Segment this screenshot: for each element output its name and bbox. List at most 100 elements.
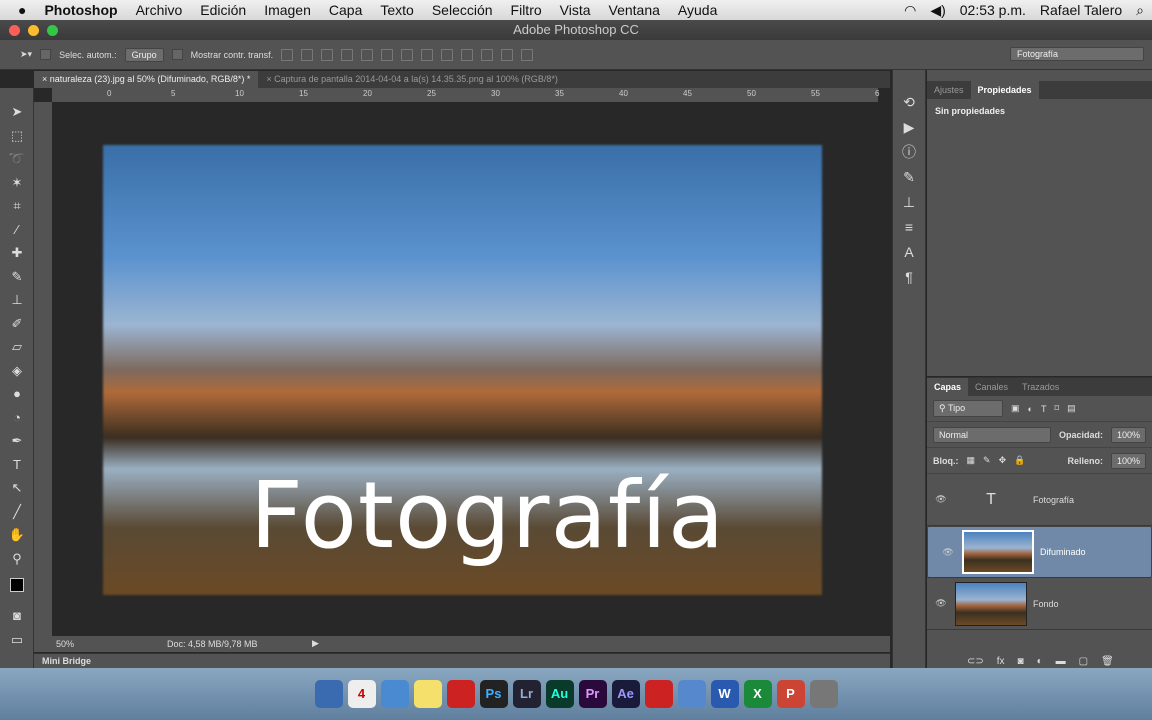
eraser-tool[interactable]: ▱ xyxy=(0,335,34,359)
menu-app[interactable]: Photoshop xyxy=(44,2,117,18)
line-tool[interactable]: ╱ xyxy=(0,500,34,524)
trash-icon[interactable]: 🗑 xyxy=(1101,656,1114,667)
tab-propiedades[interactable]: Propiedades xyxy=(970,81,1039,99)
volume-icon[interactable]: ◀) xyxy=(930,2,945,19)
move-tool-icon[interactable]: ➤▾ xyxy=(20,49,32,60)
filter-type-icon[interactable]: T xyxy=(1041,404,1047,414)
status-menu-arrow-icon[interactable]: ▶ xyxy=(312,638,319,649)
photo-booth-icon[interactable] xyxy=(446,680,475,708)
filter-smart-icon[interactable]: ▤ xyxy=(1067,403,1076,414)
aftereffects-dock-icon[interactable]: Ae xyxy=(611,680,640,708)
align-bottom-icon[interactable] xyxy=(321,48,334,61)
excel-icon[interactable]: X xyxy=(743,680,772,708)
layer-fotografia[interactable]: 👁 T Fotografía xyxy=(927,474,1152,526)
fx-icon[interactable]: fx xyxy=(997,656,1005,667)
align-left-icon[interactable] xyxy=(341,48,354,61)
tab-captura[interactable]: × Captura de pantalla 2014-04-04 a la(s)… xyxy=(258,71,565,88)
color-swatches[interactable] xyxy=(0,570,34,604)
tab-trazados[interactable]: Trazados xyxy=(1015,378,1066,396)
search-icon[interactable]: ⌕ xyxy=(1136,2,1144,19)
acrobat-icon[interactable] xyxy=(644,680,673,708)
path-select-tool[interactable]: ↖ xyxy=(0,476,34,500)
opacity-input[interactable]: 100% xyxy=(1110,426,1146,443)
eye-icon[interactable]: 👁 xyxy=(934,547,962,558)
type-tool[interactable]: T xyxy=(0,453,34,477)
link-icon[interactable]: ⊂⊃ xyxy=(967,656,984,667)
distribute-top-icon[interactable] xyxy=(401,48,414,61)
new-layer-icon[interactable]: ▢ xyxy=(1079,656,1088,667)
tab-ajustes[interactable]: Ajustes xyxy=(927,81,971,99)
folder-icon[interactable]: ▬ xyxy=(1056,656,1066,667)
history-brush-tool[interactable]: ✐ xyxy=(0,312,34,336)
eyedropper-tool[interactable]: ⁄ xyxy=(0,218,34,242)
menu-edicion[interactable]: Edición xyxy=(200,2,246,18)
crop-tool[interactable]: ⌗ xyxy=(0,194,34,218)
powerpoint-icon[interactable]: P xyxy=(776,680,805,708)
lock-image-icon[interactable]: ✎ xyxy=(983,455,991,466)
show-transform-checkbox[interactable] xyxy=(171,49,183,60)
menu-filtro[interactable]: Filtro xyxy=(511,2,542,18)
layer-filter-select[interactable]: ⚲ Tipo xyxy=(933,400,1003,417)
align-right-icon[interactable] xyxy=(381,48,394,61)
menu-imagen[interactable]: Imagen xyxy=(264,2,311,18)
lock-pixels-icon[interactable]: ▦ xyxy=(967,455,976,466)
bucket-tool[interactable]: ◈ xyxy=(0,359,34,383)
group-select[interactable]: Grupo xyxy=(124,47,164,62)
move-tool[interactable]: ➤ xyxy=(0,100,34,124)
tool-presets-icon[interactable]: ≡ xyxy=(893,215,925,240)
auto-align-icon[interactable] xyxy=(521,48,534,61)
calendar-icon[interactable]: 4 xyxy=(347,680,376,708)
tab-naturaleza[interactable]: × naturaleza (23).jpg al 50% (Difuminado… xyxy=(34,71,259,88)
filter-shape-icon[interactable]: ⌑ xyxy=(1054,403,1059,414)
align-hcenter-icon[interactable] xyxy=(361,48,374,61)
clone-source-icon[interactable]: ⊥ xyxy=(893,190,925,215)
menu-ayuda[interactable]: Ayuda xyxy=(678,2,717,18)
fill-input[interactable]: 100% xyxy=(1110,452,1146,469)
audition-dock-icon[interactable]: Au xyxy=(545,680,574,708)
lock-position-icon[interactable]: ✥ xyxy=(999,455,1007,466)
finder-icon[interactable] xyxy=(314,680,343,708)
info-icon[interactable]: ⓘ xyxy=(893,140,925,165)
blend-mode-select[interactable]: Normal xyxy=(933,426,1051,443)
healing-tool[interactable]: ✚ xyxy=(0,241,34,265)
history-icon[interactable]: ⟲ xyxy=(893,90,925,115)
auto-select-checkbox[interactable] xyxy=(40,49,52,60)
safari-icon[interactable] xyxy=(380,680,409,708)
paragraph-icon[interactable]: ¶ xyxy=(893,265,925,290)
eye-icon[interactable]: 👁 xyxy=(927,494,955,505)
adjustment-icon[interactable]: ◐ xyxy=(1037,656,1043,667)
menu-seleccion[interactable]: Selección xyxy=(432,2,493,18)
zoom-tool[interactable]: ⚲ xyxy=(0,547,34,571)
layer-fondo[interactable]: 👁 Fondo xyxy=(927,578,1152,630)
distribute-hcenter-icon[interactable] xyxy=(481,48,494,61)
canvas-text-layer[interactable]: Fotografía xyxy=(250,462,725,569)
marquee-tool[interactable]: ⬚ xyxy=(0,124,34,148)
distribute-left-icon[interactable] xyxy=(461,48,474,61)
close-window-button[interactable] xyxy=(9,25,20,36)
tab-canales[interactable]: Canales xyxy=(968,378,1015,396)
align-vcenter-icon[interactable] xyxy=(301,48,314,61)
distribute-right-icon[interactable] xyxy=(501,48,514,61)
quick-mask-icon[interactable]: ◙ xyxy=(0,604,34,628)
lock-all-icon[interactable]: 🔒 xyxy=(1014,455,1025,466)
screen-mode-icon[interactable]: ▭ xyxy=(0,628,34,652)
blur-tool[interactable]: ● xyxy=(0,382,34,406)
stamp-tool[interactable]: ⊥ xyxy=(0,288,34,312)
word-icon[interactable]: W xyxy=(710,680,739,708)
distribute-vcenter-icon[interactable] xyxy=(421,48,434,61)
zoom-level[interactable]: 50% xyxy=(56,639,74,649)
menu-archivo[interactable]: Archivo xyxy=(136,2,183,18)
minimize-window-button[interactable] xyxy=(28,25,39,36)
filter-pixel-icon[interactable]: ▣ xyxy=(1011,403,1020,414)
brush-tool[interactable]: ✎ xyxy=(0,265,34,289)
menu-ventana[interactable]: Ventana xyxy=(609,2,660,18)
align-top-icon[interactable] xyxy=(281,48,294,61)
distribute-bottom-icon[interactable] xyxy=(441,48,454,61)
mini-bridge-panel[interactable]: Mini Bridge xyxy=(34,653,890,668)
zoom-window-button[interactable] xyxy=(47,25,58,36)
workspace-select[interactable]: Fotografía xyxy=(1010,47,1144,61)
pen-tool[interactable]: ✒ xyxy=(0,429,34,453)
trash-dock-icon[interactable] xyxy=(809,680,838,708)
apple-icon[interactable]: ● xyxy=(18,2,26,18)
eye-icon[interactable]: 👁 xyxy=(927,598,955,609)
